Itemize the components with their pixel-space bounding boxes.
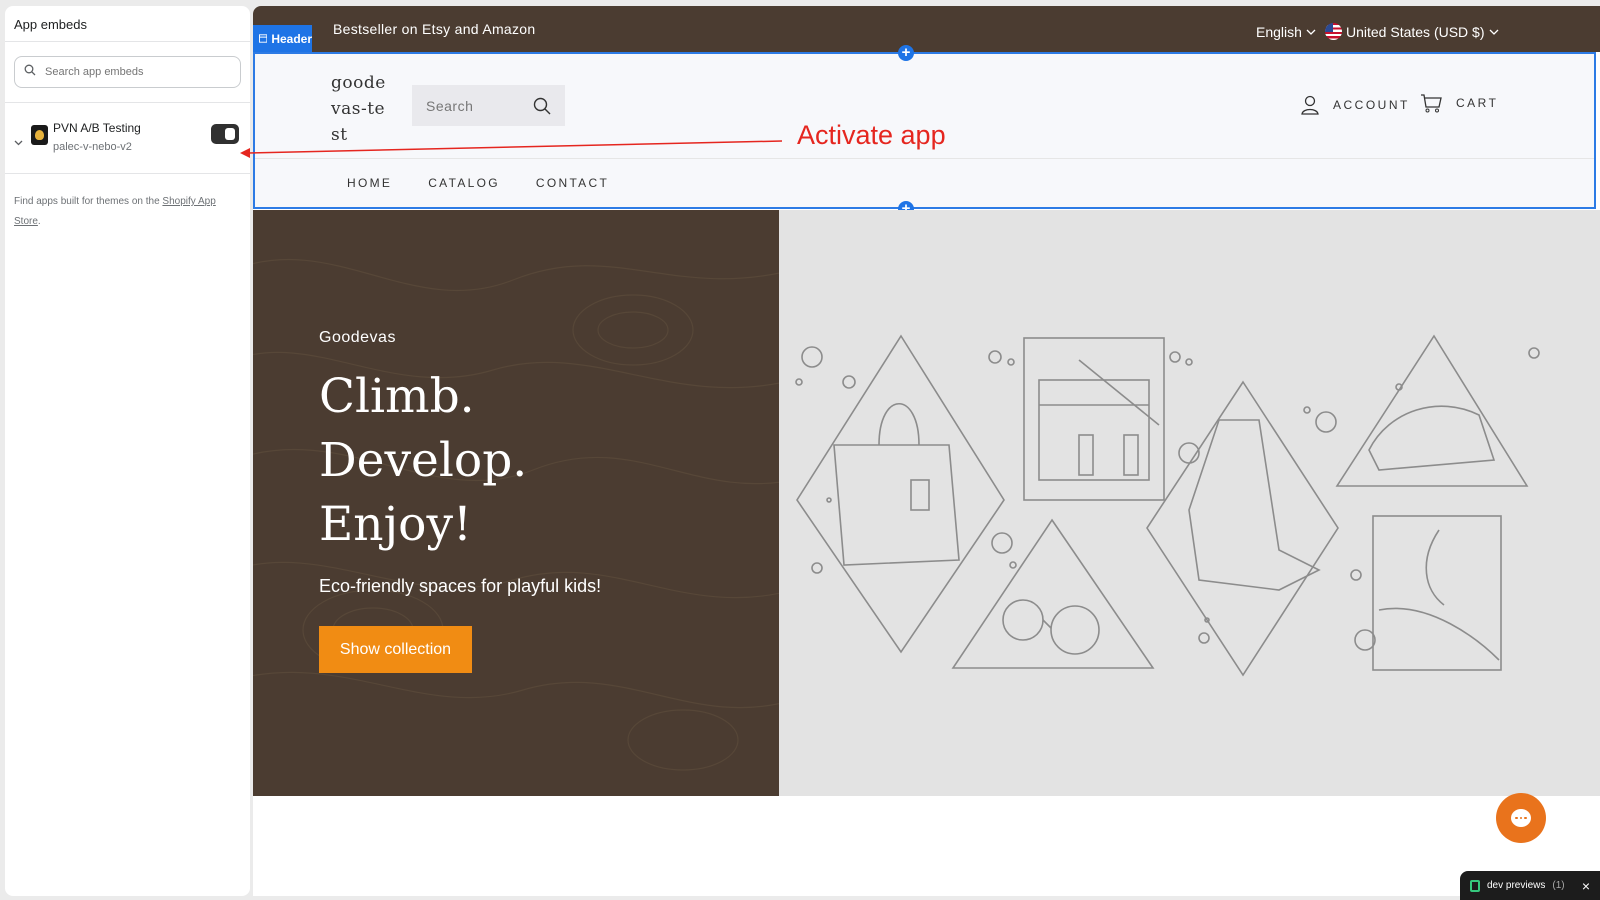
logo-line: goode [331, 73, 386, 93]
nav-catalog[interactable]: CATALOG [428, 176, 500, 190]
cart-link[interactable]: CART [1420, 93, 1498, 113]
language-selector[interactable]: English [1256, 24, 1316, 40]
annotation-label: Activate app [797, 120, 946, 150]
hero-title-line: Enjoy! [319, 497, 472, 552]
announcement-bar: Bestseller on Etsy and Amazon English Un… [253, 6, 1600, 52]
dev-previews-bar[interactable]: dev previews (1) × [1460, 871, 1600, 900]
note-text: Find apps built for themes on the [14, 196, 163, 207]
panel-title: App embeds [5, 6, 250, 42]
nav-contact[interactable]: CONTACT [536, 176, 609, 190]
app-logo-icon [31, 125, 48, 145]
hero-description: Eco-friendly spaces for playful kids! [319, 576, 602, 596]
logo-line: st [331, 125, 348, 145]
store-search[interactable]: Search [412, 85, 565, 126]
chat-button[interactable] [1496, 793, 1546, 843]
note-suffix: . [37, 216, 41, 227]
add-section-plus-icon[interactable]: + [898, 45, 914, 61]
language-label: English [1256, 24, 1302, 40]
section-icon [259, 34, 268, 43]
app-store-note: Find apps built for themes on the Shopif… [5, 174, 250, 250]
main-nav: HOME CATALOG CONTACT [347, 176, 609, 190]
country-selector[interactable]: United States (USD $) [1325, 23, 1499, 40]
dev-previews-count: (1) [1552, 880, 1565, 891]
hero-illustration [779, 210, 1600, 796]
search-icon [24, 63, 36, 81]
hero-title-line: Develop. [319, 433, 528, 488]
hero-title: Climb. Develop. Enjoy! [319, 365, 527, 557]
show-collection-button[interactable]: Show collection [319, 626, 472, 673]
header-divider [255, 158, 1594, 159]
account-label: ACCOUNT [1333, 98, 1410, 112]
cart-label: CART [1456, 96, 1499, 110]
badge-label: Header [271, 31, 312, 46]
chat-icon [1511, 809, 1531, 827]
search-placeholder: Search [426, 97, 474, 114]
header-section-badge[interactable]: Header [253, 25, 312, 52]
chevron-down-icon [1489, 29, 1498, 35]
accessories-illustration [795, 334, 1540, 677]
chevron-down-icon [1306, 29, 1316, 35]
dev-previews-label: dev previews [1487, 880, 1546, 891]
account-link[interactable]: ACCOUNT [1301, 95, 1410, 115]
close-icon[interactable]: × [1582, 878, 1590, 894]
app-name: PVN A/B Testing [53, 121, 141, 135]
search-input[interactable] [45, 66, 225, 78]
hero-text-panel: Goodevas Climb. Develop. Enjoy! Eco-frie… [253, 210, 779, 796]
search-field[interactable] [14, 56, 241, 88]
store-logo[interactable]: goode vas-te st [331, 70, 391, 148]
app-enable-toggle[interactable] [211, 124, 239, 144]
app-handle: palec-v-nebo-v2 [53, 141, 132, 153]
search-icon[interactable] [533, 97, 551, 115]
hero-subheading: Goodevas [319, 329, 396, 346]
nav-home[interactable]: HOME [347, 176, 392, 190]
app-embeds-panel: App embeds PVN A/B Testing palec-v-nebo-… [5, 6, 250, 896]
logo-line: vas-te [331, 99, 386, 119]
preview-icon [1470, 879, 1480, 892]
user-icon [1301, 95, 1319, 115]
chevron-down-icon[interactable] [14, 133, 23, 151]
search-container [5, 42, 250, 103]
hero-title-line: Climb. [319, 369, 475, 424]
announcement-text: Bestseller on Etsy and Amazon [333, 21, 536, 37]
app-embed-item: PVN A/B Testing palec-v-nebo-v2 [5, 103, 250, 174]
cart-icon [1421, 94, 1442, 113]
us-flag-icon [1325, 23, 1342, 40]
country-label: United States (USD $) [1346, 23, 1485, 40]
